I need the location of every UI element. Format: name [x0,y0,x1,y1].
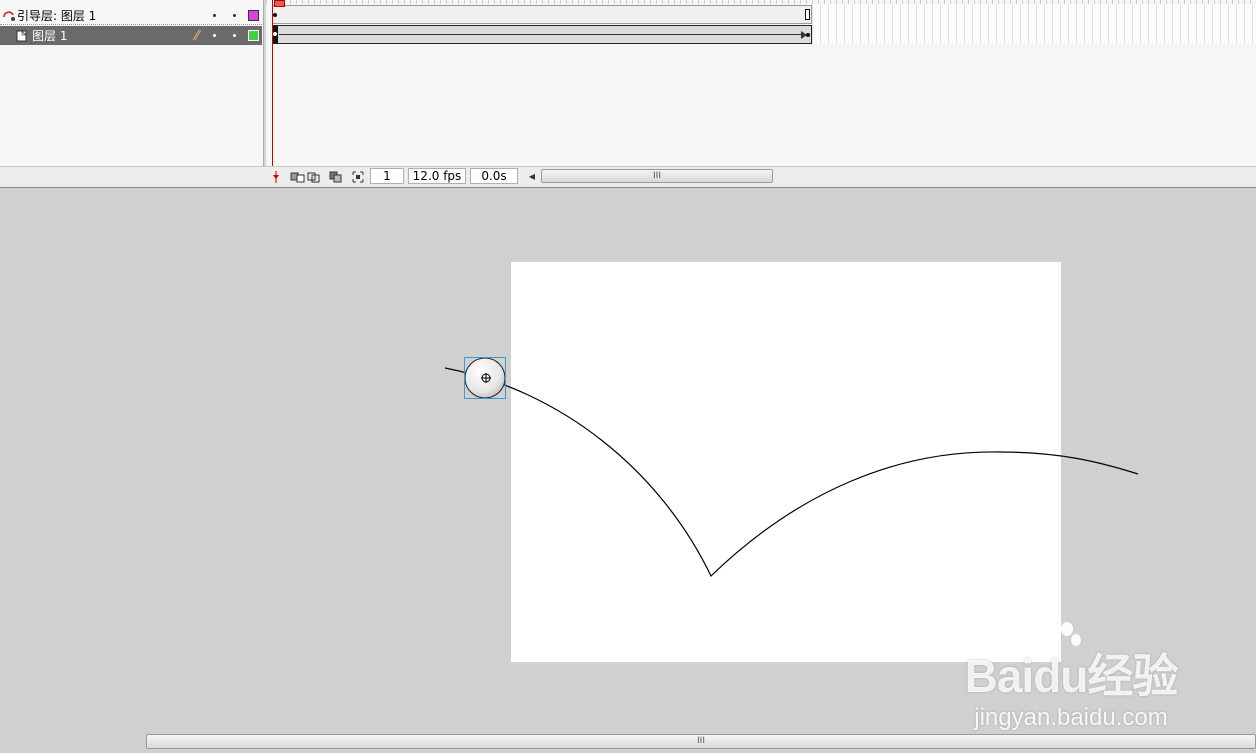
layer-icon [16,29,27,41]
timeline-panel: 引导层: 图层 1 图层 1 1 12.0 fps 0.0s ◀ III [0,0,1256,188]
playhead[interactable] [272,0,285,166]
timeline-horizontal-scrollbar[interactable]: III [541,169,773,183]
edit-multiple-frames-icon[interactable] [328,169,344,184]
stage-horizontal-scrollbar[interactable]: III [146,734,1256,749]
onion-skin-icon[interactable] [290,169,306,184]
layer-row-1[interactable]: 图层 1 [0,26,262,45]
baidu-watermark: Baidu经验 jingyan.baidu.com [956,618,1186,731]
layer-row-guide[interactable]: 引导层: 图层 1 [0,6,262,25]
outline-color-swatch[interactable] [248,10,259,21]
lock-dot[interactable] [233,14,236,17]
visibility-dot[interactable] [213,14,216,17]
lock-dot[interactable] [233,34,236,37]
center-frame-icon[interactable] [268,169,284,184]
guide-frame-span[interactable] [272,5,812,24]
onion-skin-outlines-icon[interactable] [306,169,322,184]
ball-symbol[interactable] [464,357,506,399]
current-frame-field: 1 [370,168,404,184]
motion-tween-span[interactable] [272,25,812,44]
guide-layer-icon [3,10,15,21]
elapsed-time-field: 0.0s [470,168,518,184]
scroll-left-icon[interactable]: ◀ [524,169,540,184]
visibility-dot[interactable] [213,34,216,37]
pencil-icon [192,29,202,41]
modify-onion-markers-icon[interactable] [350,169,366,184]
watermark-url: jingyan.baidu.com [974,704,1168,731]
outline-color-swatch[interactable] [248,30,259,41]
paw-icon [1034,620,1081,646]
stage[interactable] [511,262,1061,662]
layer-name: 图层 1 [32,29,68,43]
frame-area[interactable] [266,0,1256,166]
timeline-status-bar: 1 12.0 fps 0.0s ◀ III [0,166,1256,188]
frame-rate-field[interactable]: 12.0 fps [408,168,466,184]
layer-name: 引导层: 图层 1 [17,9,97,23]
layer-list: 引导层: 图层 1 图层 1 [0,0,264,188]
